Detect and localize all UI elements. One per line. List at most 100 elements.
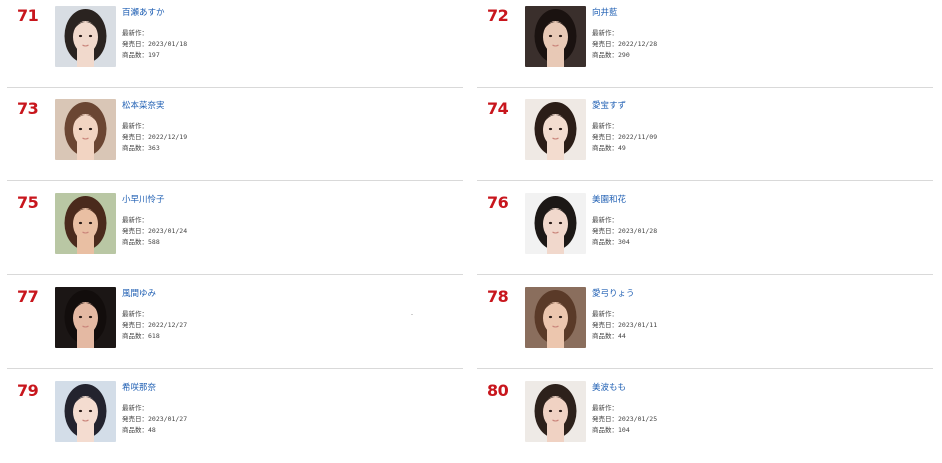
release-date-line: 発売日：2023/01/18 [122,39,452,50]
actress-name-link[interactable]: 百瀬あすか [122,7,452,19]
release-date-label: 発売日： [122,227,148,235]
portrait-right-eye [88,409,93,413]
portrait-right-eye [558,221,563,225]
release-date-value: 2023/01/11 [618,321,658,329]
portrait-graphic [55,6,116,67]
latest-work-line: 最新作： [122,121,452,132]
product-count-label: 商品数： [592,332,618,340]
release-date-value: 2022/12/28 [618,40,658,48]
portrait-graphic [55,287,116,348]
product-count-line: 商品数：588 [122,237,452,248]
product-count-line: 商品数：290 [592,50,922,61]
actress-photo[interactable] [525,193,586,254]
ranking-card: 80 美波もも 最新作： 発売日：2023/01/25 商品数：104 [477,375,933,463]
actress-info: 美波もも 最新作： 発売日：2023/01/25 商品数：104 [592,382,922,436]
rank-number: 77 [17,287,39,306]
portrait-left-eye [548,409,553,413]
actress-name-link[interactable]: 松本菜奈実 [122,100,452,112]
latest-work-line: 最新作： [122,28,452,39]
ranking-card: 75 小早川怜子 最新作： 発売日：2023/01/24 商品数：588 [7,187,463,275]
latest-work-label: 最新作： [122,29,148,37]
actress-name-link[interactable]: 希咲那奈 [122,382,452,394]
portrait-right-eye [558,409,563,413]
actress-photo[interactable] [525,6,586,67]
portrait-left-eye [78,221,83,225]
portrait-left-eye [548,127,553,131]
release-date-line: 発売日：2022/11/09 [592,132,922,143]
portrait-left-eye [78,409,83,413]
release-date-label: 発売日： [592,40,618,48]
latest-work-line: 最新作： [122,309,452,320]
release-date-label: 発売日： [122,40,148,48]
release-date-value: 2022/12/27 [148,321,188,329]
latest-work-label: 最新作： [122,404,148,412]
portrait-left-eye [548,34,553,38]
actress-name-link[interactable]: 風間ゆみ [122,288,452,300]
portrait-right-eye [88,34,93,38]
actress-photo[interactable] [55,287,116,348]
actress-name-link[interactable]: 小早川怜子 [122,194,452,206]
portrait-right-eye [558,315,563,319]
product-count-label: 商品数： [122,426,148,434]
ranking-card: 77 風間ゆみ 最新作： 発売日：2022/12/27 商品数：618 [7,281,463,369]
latest-work-label: 最新作： [592,29,618,37]
release-date-label: 発売日： [592,415,618,423]
rank-number: 80 [487,381,509,400]
ranking-card: 78 愛弓りょう 最新作： 発売日：2023/01/11 商品数：44 [477,281,933,369]
actress-name-link[interactable]: 美波もも [592,382,922,394]
portrait-graphic [55,99,116,160]
release-date-label: 発売日： [122,133,148,141]
portrait-right-eye [558,127,563,131]
ranking-card: 74 愛宝すず 最新作： 発売日：2022/11/09 商品数：49 [477,93,933,181]
actress-info: 百瀬あすか 最新作： 発売日：2023/01/18 商品数：197 [122,7,452,61]
ranking-card: 79 希咲那奈 最新作： 発売日：2023/01/27 商品数：48 [7,375,463,463]
product-count-label: 商品数： [592,238,618,246]
rank-number: 74 [487,99,509,118]
product-count-line: 商品数：618 [122,331,452,342]
product-count-value: 49 [618,144,626,152]
product-count-label: 商品数： [122,332,148,340]
latest-work-line: 最新作： [592,215,922,226]
release-date-line: 発売日：2022/12/19 [122,132,452,143]
product-count-line: 商品数：44 [592,331,922,342]
portrait-left-eye [548,315,553,319]
release-date-value: 2022/11/09 [618,133,658,141]
portrait-left-eye [78,315,83,319]
actress-photo[interactable] [525,381,586,442]
rank-number: 75 [17,193,39,212]
actress-photo[interactable] [55,381,116,442]
actress-photo[interactable] [55,99,116,160]
ranking-card: 73 松本菜奈実 最新作： 発売日：2022/12/19 商品数：363 [7,93,463,181]
release-date-label: 発売日： [592,227,618,235]
release-date-label: 発売日： [592,321,618,329]
release-date-line: 発売日：2022/12/28 [592,39,922,50]
actress-name-link[interactable]: 愛宝すず [592,100,922,112]
latest-work-line: 最新作： [592,403,922,414]
actress-photo[interactable] [525,99,586,160]
release-date-value: 2023/01/25 [618,415,658,423]
actress-name-link[interactable]: 愛弓りょう [592,288,922,300]
actress-info: 小早川怜子 最新作： 発売日：2023/01/24 商品数：588 [122,194,452,248]
actress-name-link[interactable]: 向井藍 [592,7,922,19]
actress-info: 風間ゆみ 最新作： 発売日：2022/12/27 商品数：618 [122,288,452,342]
product-count-label: 商品数： [592,426,618,434]
latest-work-label: 最新作： [122,216,148,224]
product-count-line: 商品数：104 [592,425,922,436]
portrait-graphic [55,193,116,254]
product-count-line: 商品数：49 [592,143,922,154]
portrait-graphic [525,381,586,442]
actress-info: 希咲那奈 最新作： 発売日：2023/01/27 商品数：48 [122,382,452,436]
actress-photo[interactable] [525,287,586,348]
product-count-value: 104 [618,426,630,434]
product-count-label: 商品数： [122,238,148,246]
product-count-label: 商品数： [592,51,618,59]
rank-number: 78 [487,287,509,306]
actress-photo[interactable] [55,6,116,67]
rank-number: 79 [17,381,39,400]
rank-number: 76 [487,193,509,212]
actress-name-link[interactable]: 美園和花 [592,194,922,206]
release-date-label: 発売日： [592,133,618,141]
rank-number: 72 [487,6,509,25]
latest-work-line: 最新作： [592,309,922,320]
actress-photo[interactable] [55,193,116,254]
